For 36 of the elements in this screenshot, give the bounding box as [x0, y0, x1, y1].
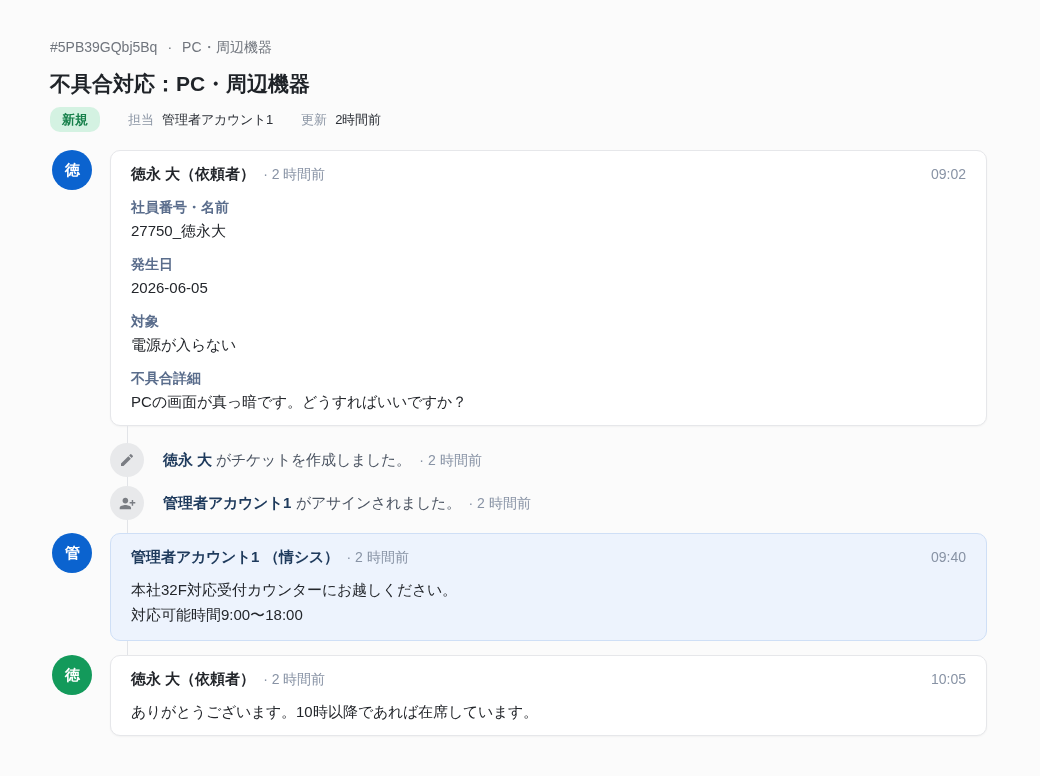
field-label: 発生日 — [131, 255, 173, 274]
field-value: 27750_徳永大 — [131, 221, 227, 241]
message-text: 本社32F対応受付カウンターにお越しください。 — [131, 580, 457, 600]
relative-time: · 2 時間前 — [468, 493, 531, 513]
field-label: 不具合詳細 — [131, 369, 201, 388]
meta-label: 更新 — [301, 110, 328, 129]
status-badge: 新規 — [50, 107, 100, 132]
relative-time: · 2 時間前 — [263, 669, 326, 689]
author-name: 徳永 大（依頼者） — [131, 163, 256, 184]
field-value: PCの画面が真っ暗です。どうすればいいですか？ — [131, 392, 467, 412]
activity-text: 徳永 大 がチケットを作成しました。 — [163, 449, 412, 470]
relative-time: · 2 時間前 — [419, 450, 482, 470]
relative-time: · 2 時間前 — [263, 164, 326, 184]
avatar: 徳 — [52, 655, 92, 695]
author-name: 管理者アカウント1 （情シス） — [131, 546, 339, 567]
message-time: 10:05 — [930, 669, 966, 689]
meta-value: 管理者アカウント1 — [162, 110, 274, 129]
field-label: 対象 — [131, 312, 159, 331]
message-time: 09:40 — [930, 547, 966, 567]
field-value: 電源が入らない — [131, 335, 236, 355]
relative-time: · 2 時間前 — [346, 547, 409, 567]
message-time: 09:02 — [930, 164, 966, 184]
activity-text: 管理者アカウント1 がアサインされました。 — [163, 492, 461, 513]
page-title: 不具合対応：PC・周辺機器 — [50, 71, 311, 97]
avatar: 徳 — [52, 150, 92, 190]
breadcrumb-category: PC・周辺機器 — [182, 37, 272, 57]
breadcrumb-separator: · — [167, 37, 173, 57]
meta-value: 2時間前 — [335, 110, 382, 129]
field-label: 社員番号・名前 — [131, 198, 229, 217]
meta-label: 担当 — [128, 110, 154, 129]
avatar: 管 — [52, 533, 92, 573]
author-name: 徳永 大（依頼者） — [131, 668, 256, 689]
ticket-id: #5PB39GQbj5Bq — [50, 37, 158, 57]
message-text: ありがとうございます。10時以降であれば在席しています。 — [131, 702, 538, 722]
field-value: 2026-06-05 — [131, 278, 208, 298]
message-text: 対応可能時間9:00〜18:00 — [131, 605, 303, 625]
